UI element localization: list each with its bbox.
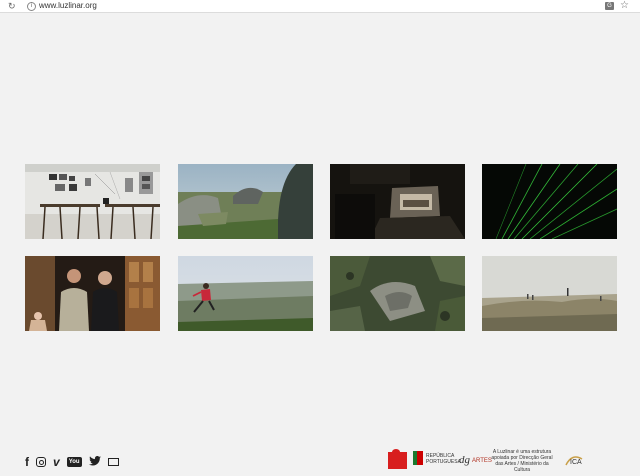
translate-icon[interactable]: G [605,2,614,10]
youtube-icon[interactable]: You [66,457,82,467]
svg-text:ICA: ICA [570,459,582,466]
sponsor-logo-red [388,449,407,469]
gallery-tile-portrait[interactable] [25,256,160,331]
browser-toolbar: ↻ i www.luzlinar.org G ☆ [0,0,640,13]
address-bar[interactable]: www.luzlinar.org [39,1,97,11]
gallery-tile-jump[interactable] [178,256,313,331]
gallery-tile-hillside[interactable] [482,256,617,331]
ica-logo: ICA [564,453,630,467]
instagram-icon[interactable] [36,457,46,467]
twitter-icon[interactable] [88,453,101,471]
reload-icon[interactable]: ↻ [8,1,16,11]
social-links: f v You [25,456,119,468]
republica-portuguesa-flag-icon [413,451,423,465]
sponsor-note: A Luzlinar é uma estrutura apoiada por D… [491,449,553,473]
republica-portuguesa-label: REPÚBLICA PORTUGUESA [426,453,461,465]
bookmark-star-icon[interactable]: ☆ [620,0,629,12]
gallery-tile-rocks[interactable] [178,164,313,239]
site-info-icon[interactable]: i [27,2,36,11]
gallery-tile-laser[interactable] [482,164,617,239]
gallery-tile-aerial[interactable] [330,256,465,331]
vimeo-icon[interactable]: v [53,456,60,468]
gallery-tile-theatre[interactable] [330,164,465,239]
mail-icon[interactable] [107,458,119,466]
svg-text:dg: dg [459,454,471,466]
gallery-tile-studio[interactable] [25,164,160,239]
sponsor-logos: REPÚBLICA PORTUGUESA dg ARTES A Luzlinar… [386,449,631,473]
facebook-icon[interactable]: f [25,456,29,468]
